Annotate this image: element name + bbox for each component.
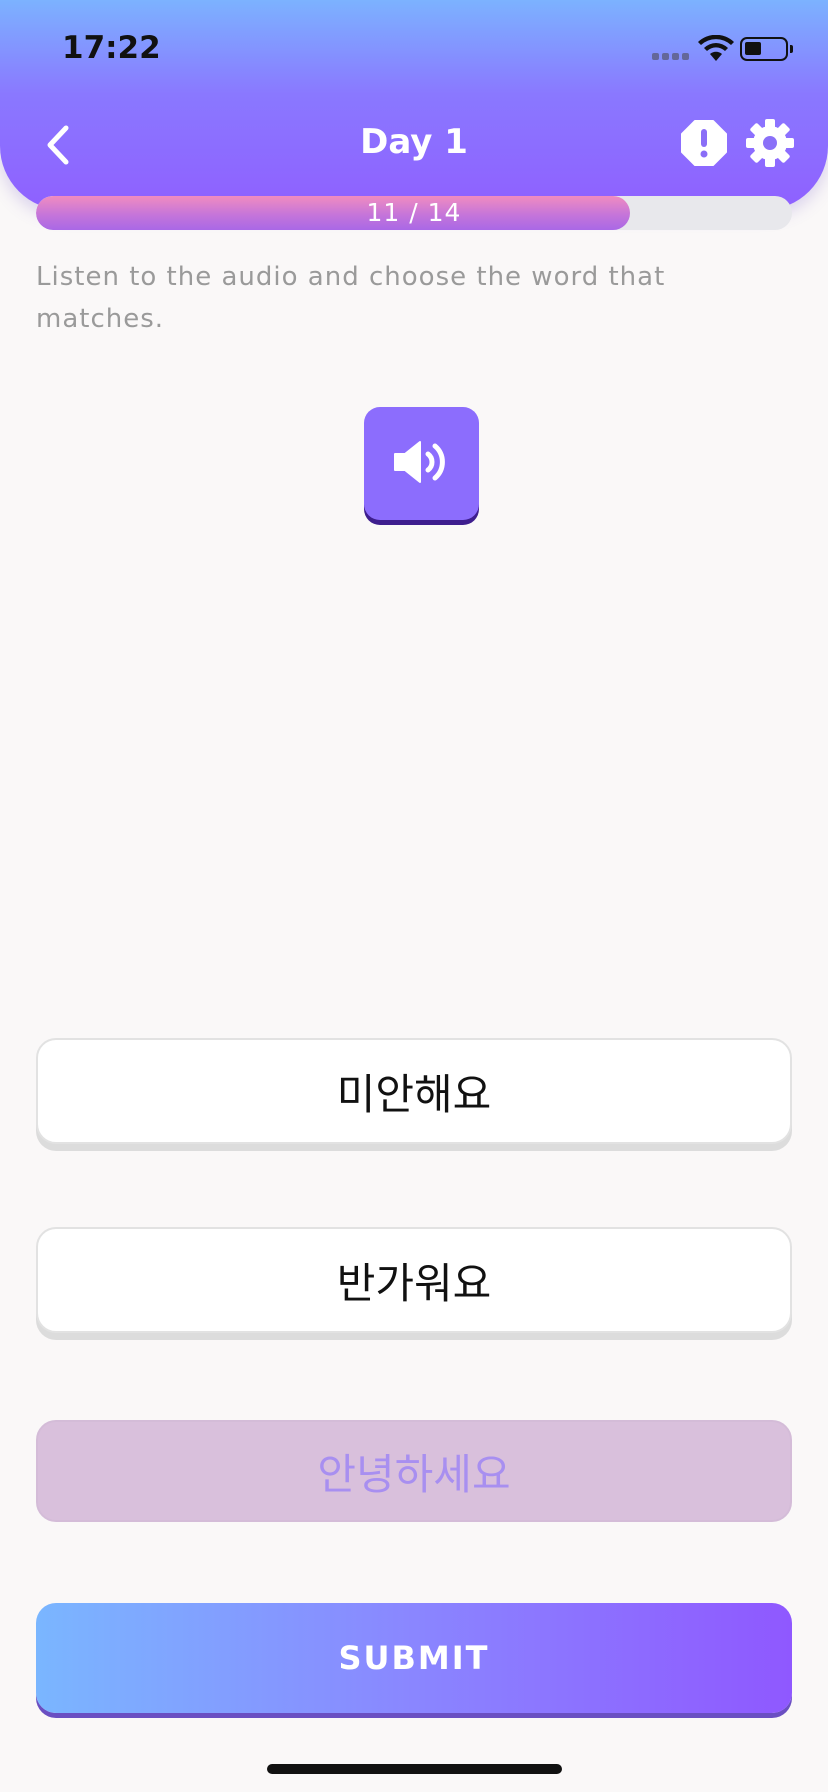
- alert-octagon-icon: [681, 120, 727, 166]
- cellular-signal-icon: [652, 53, 689, 60]
- answer-option-label: 반가워요: [336, 1258, 492, 1308]
- settings-button[interactable]: [745, 118, 795, 168]
- answer-option[interactable]: 반가워요: [36, 1227, 792, 1333]
- answer-option-selected[interactable]: 안녕하세요: [36, 1420, 792, 1522]
- status-time: 17:22: [62, 30, 161, 66]
- screen: 17:22 Day 1 11 / 14 Listen to the audio …: [0, 0, 828, 1792]
- progress-label: 11 / 14: [366, 198, 462, 227]
- answer-option-label: 미안해요: [336, 1069, 492, 1119]
- instruction-text: Listen to the audio and choose the word …: [36, 262, 666, 334]
- gear-icon: [746, 119, 794, 167]
- report-button[interactable]: [680, 119, 728, 167]
- answer-option-label: 안녕하세요: [317, 1449, 511, 1499]
- submit-button[interactable]: SUBMIT: [36, 1603, 792, 1713]
- speaker-icon: [394, 441, 445, 483]
- home-indicator: [267, 1764, 562, 1774]
- submit-button-label: SUBMIT: [338, 1639, 490, 1677]
- header: 17:22 Day 1: [0, 0, 828, 210]
- wifi-icon: [698, 35, 734, 61]
- play-audio-button[interactable]: [364, 407, 479, 520]
- answer-option[interactable]: 미안해요: [36, 1038, 792, 1144]
- battery-icon: [740, 37, 793, 61]
